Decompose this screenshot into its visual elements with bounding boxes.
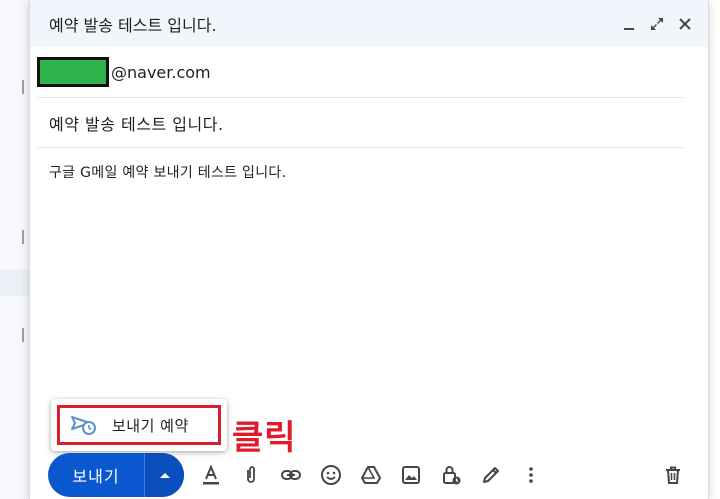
compose-titlebar[interactable]: 예약 발송 테스트 입니다. (30, 0, 708, 47)
link-icon (281, 470, 301, 480)
trash-icon (666, 466, 680, 484)
background-mark (22, 230, 24, 244)
attach-icon (247, 466, 255, 483)
redacted-recipient (37, 57, 109, 87)
subject-text: 예약 발송 테스트 입니다. (49, 114, 224, 134)
minimize-icon (624, 27, 634, 30)
more-options-icon (529, 467, 533, 483)
message-body[interactable]: 구글 G메일 예약 보내기 테스트 입니다. (49, 162, 286, 182)
format-text-icon (203, 464, 219, 485)
insert-emoji-button[interactable] (319, 462, 343, 488)
minimize-button[interactable] (620, 15, 638, 33)
confidential-lock-icon (443, 466, 461, 485)
recipient-email-domain: @naver.com (111, 62, 211, 82)
background-mark (22, 328, 24, 342)
confidential-mode-button[interactable] (439, 462, 463, 488)
send-button[interactable]: 보내기 (48, 453, 144, 497)
drive-icon (361, 466, 381, 484)
caret-up-icon (159, 473, 170, 478)
schedule-send-menu-item[interactable]: 보내기 예약 (57, 405, 221, 445)
more-options-button[interactable] (519, 462, 543, 488)
background-mark (22, 80, 24, 94)
fullscreen-button[interactable] (648, 15, 666, 33)
formatting-options-button[interactable] (199, 462, 223, 488)
schedule-send-icon (71, 416, 96, 435)
close-button[interactable] (676, 15, 694, 33)
insert-drive-file-button[interactable] (359, 462, 383, 488)
emoji-icon (321, 465, 341, 485)
insert-link-button[interactable] (279, 462, 303, 488)
background-band (0, 270, 30, 296)
schedule-send-label: 보내기 예약 (112, 416, 189, 435)
background-inbox-edge (0, 0, 30, 499)
insert-signature-button[interactable] (479, 462, 503, 488)
send-options-menu: 보내기 예약 (51, 399, 227, 451)
attach-files-button[interactable] (239, 462, 263, 488)
close-icon (679, 17, 691, 30)
click-annotation: 클릭 (232, 418, 297, 458)
discard-draft-button[interactable] (661, 462, 685, 488)
compose-title: 예약 발송 테스트 입니다. (49, 15, 217, 35)
compose-window: 예약 발송 테스트 입니다. @naver.com 예약 발송 테스트 입니다.… (29, 0, 709, 499)
expand-icon (651, 17, 663, 30)
signature-pen-icon (483, 467, 499, 483)
subject-field[interactable]: 예약 발송 테스트 입니다. (37, 98, 684, 148)
insert-photo-button[interactable] (399, 462, 423, 488)
photo-icon (402, 466, 420, 484)
window-controls (620, 15, 694, 33)
more-send-options-button[interactable] (145, 453, 184, 497)
send-button-group: 보내기 (48, 453, 184, 497)
recipients-field[interactable]: @naver.com (37, 47, 684, 98)
